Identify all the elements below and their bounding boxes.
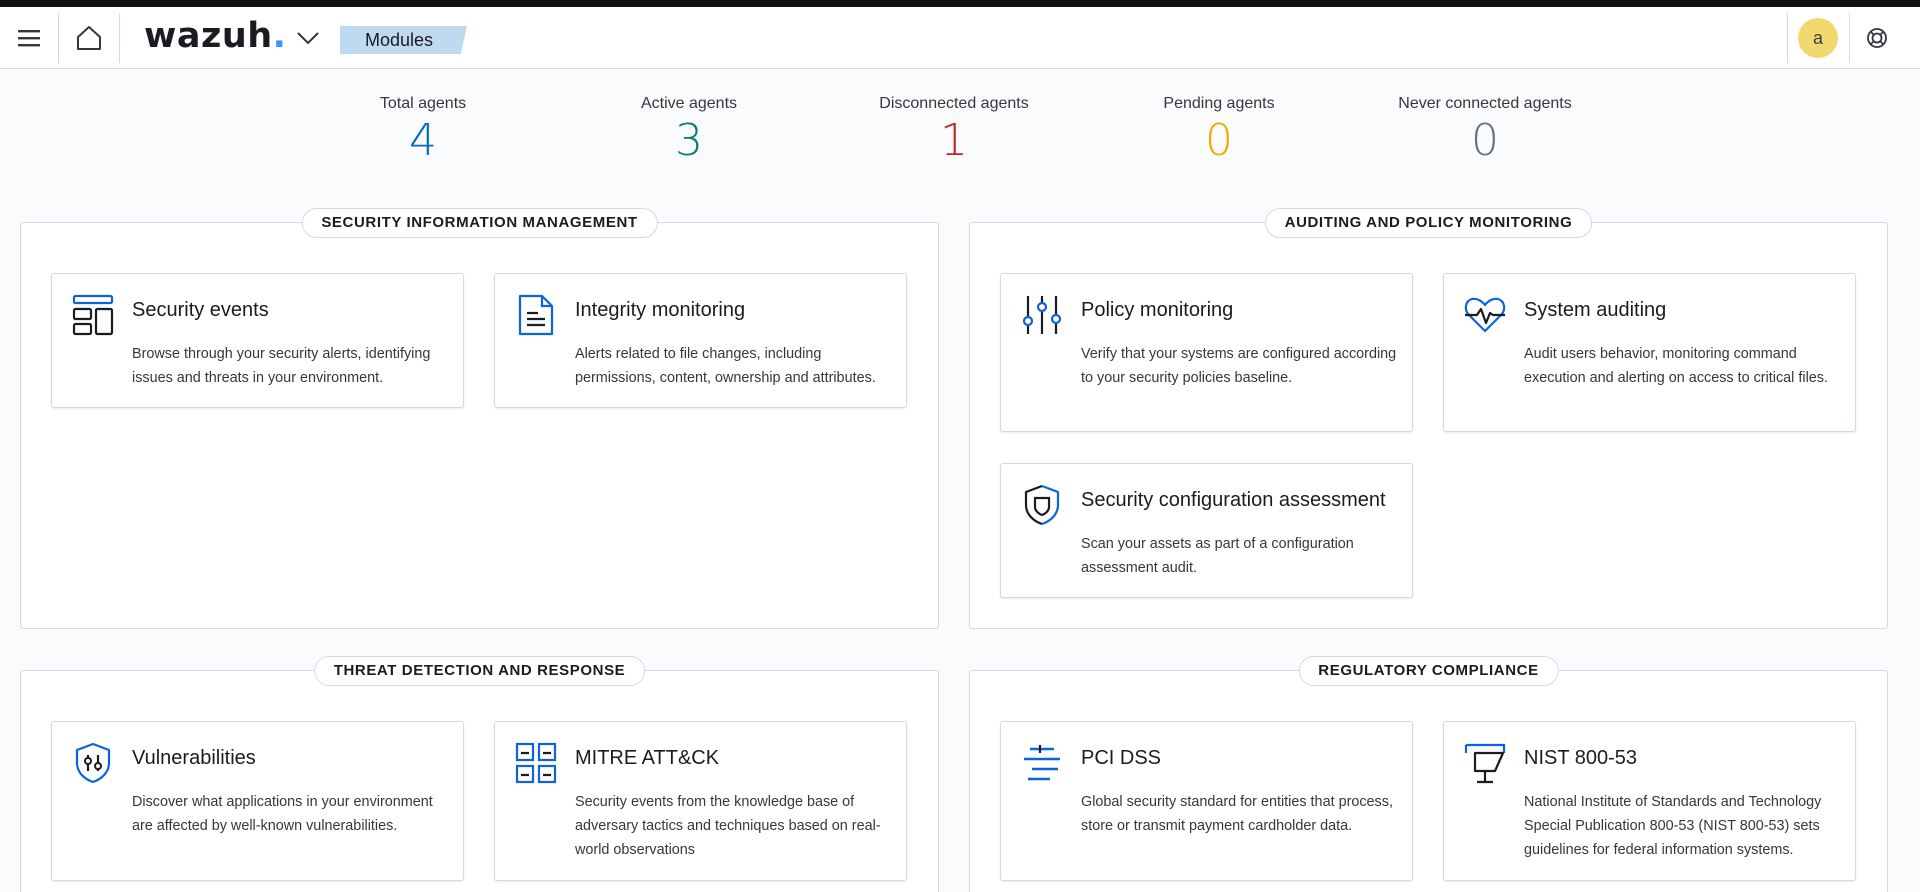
card-title: Integrity monitoring — [575, 299, 746, 321]
stat-value[interactable]: 4 — [303, 117, 543, 165]
card-description: National Institute of Standards and Tech… — [1524, 794, 1822, 858]
section-title: REGULATORY COMPLIANCE — [1298, 656, 1559, 686]
shield-check-icon — [1024, 484, 1060, 526]
heart-pulse-icon — [1464, 297, 1506, 333]
stat-value[interactable]: 3 — [569, 117, 809, 165]
stat-value[interactable]: 0 — [1365, 117, 1605, 165]
module-card-security-configuration-assessment[interactable]: Security configuration assessment Scan y… — [1000, 463, 1413, 598]
stat-label: Disconnected agents — [879, 95, 1029, 112]
module-card-nist-800-53[interactable]: NIST 800-53 National Institute of Standa… — [1443, 721, 1856, 881]
stat-never-connected-agents[interactable]: Never connected agents 0 — [1365, 95, 1605, 165]
card-title: Security events — [132, 299, 269, 321]
shield-tools-icon — [75, 742, 111, 784]
stat-pending-agents[interactable]: Pending agents 0 — [1099, 95, 1339, 165]
card-description: Alerts related to file changes, includin… — [575, 346, 876, 386]
document-icon — [518, 294, 554, 336]
card-description: Verify that your systems are configured … — [1081, 346, 1397, 386]
stat-active-agents[interactable]: Active agents 3 — [569, 95, 809, 165]
layout-dashboard-icon — [72, 294, 114, 336]
lines-icon — [1024, 745, 1060, 781]
podium-icon — [1464, 743, 1506, 784]
card-description: Scan your assets as part of a configurat… — [1081, 536, 1354, 576]
stat-label: Active agents — [640, 95, 738, 112]
user-menu-button[interactable]: a — [1797, 7, 1839, 69]
section-regulatory-compliance: REGULATORY COMPLIANCE PCI DSS Global sec… — [969, 656, 1888, 892]
header-divider — [1849, 13, 1850, 63]
module-card-mitre-attack[interactable]: MITRE ATT&CK Security events from the kn… — [494, 721, 907, 881]
module-card-vulnerabilities[interactable]: Vulnerabilities Discover what applicatio… — [51, 721, 464, 881]
section-title: AUDITING AND POLICY MONITORING — [1264, 208, 1593, 238]
breadcrumb-modules[interactable]: Modules — [340, 26, 468, 54]
section-security-information-management: SECURITY INFORMATION MANAGEMENT Security… — [20, 208, 939, 629]
card-description: Discover what applications in your envir… — [132, 794, 433, 834]
section-title: THREAT DETECTION AND RESPONSE — [313, 656, 646, 686]
module-card-security-events[interactable]: Security events Browse through your secu… — [51, 273, 464, 408]
stat-label: Total agents — [379, 95, 467, 112]
module-card-pci-dss[interactable]: PCI DSS Global security standard for ent… — [1000, 721, 1413, 881]
module-card-policy-monitoring[interactable]: Policy monitoring Verify that your syste… — [1000, 273, 1413, 432]
section-auditing-and-policy-monitoring: AUDITING AND POLICY MONITORING Policy mo… — [969, 208, 1888, 629]
header-divider — [1787, 13, 1788, 63]
menu-button[interactable] — [0, 7, 58, 69]
home-icon — [77, 26, 101, 50]
app-switcher-button[interactable] — [288, 7, 328, 69]
stat-label: Pending agents — [1163, 95, 1275, 112]
stat-value[interactable]: 0 — [1099, 117, 1339, 165]
card-description: Global security standard for entities th… — [1081, 794, 1393, 834]
module-card-system-auditing[interactable]: System auditing Audit users behavior, mo… — [1443, 273, 1856, 432]
card-description: Audit users behavior, monitoring command… — [1524, 346, 1828, 386]
card-title: NIST 800-53 — [1524, 747, 1638, 769]
card-title: System auditing — [1524, 299, 1667, 321]
stat-label: Never connected agents — [1398, 95, 1572, 112]
chevron-down-icon — [297, 32, 319, 45]
card-title: MITRE ATT&CK — [575, 747, 720, 769]
grid-icon — [515, 742, 557, 784]
sliders-icon — [1022, 296, 1062, 334]
card-title: Policy monitoring — [1081, 299, 1234, 321]
section-threat-detection-and-response: THREAT DETECTION AND RESPONSE Vulnerabil… — [20, 656, 939, 892]
stat-value[interactable]: 1 — [834, 117, 1074, 165]
section-title: SECURITY INFORMATION MANAGEMENT — [301, 208, 658, 238]
wazuh-logo[interactable]: wazuh. — [144, 16, 286, 56]
header-divider — [119, 13, 120, 63]
top-strip — [0, 0, 1920, 7]
menu-icon — [18, 30, 40, 47]
module-card-integrity-monitoring[interactable]: Integrity monitoring Alerts related to f… — [494, 273, 907, 408]
stat-total-agents[interactable]: Total agents 4 — [303, 95, 543, 165]
avatar: a — [1798, 18, 1838, 58]
help-lifebuoy-icon — [1867, 28, 1887, 48]
card-description: Browse through your security alerts, ide… — [132, 346, 431, 386]
card-title: PCI DSS — [1081, 747, 1162, 769]
card-title: Vulnerabilities — [132, 747, 256, 769]
card-description: Security events from the knowledge base … — [575, 794, 881, 858]
app-header: wazuh. Modules a — [0, 7, 1920, 69]
help-button[interactable] — [1856, 7, 1898, 69]
stat-disconnected-agents[interactable]: Disconnected agents 1 — [834, 95, 1074, 165]
home-button[interactable] — [59, 7, 119, 69]
card-title: Security configuration assessment — [1081, 489, 1386, 511]
